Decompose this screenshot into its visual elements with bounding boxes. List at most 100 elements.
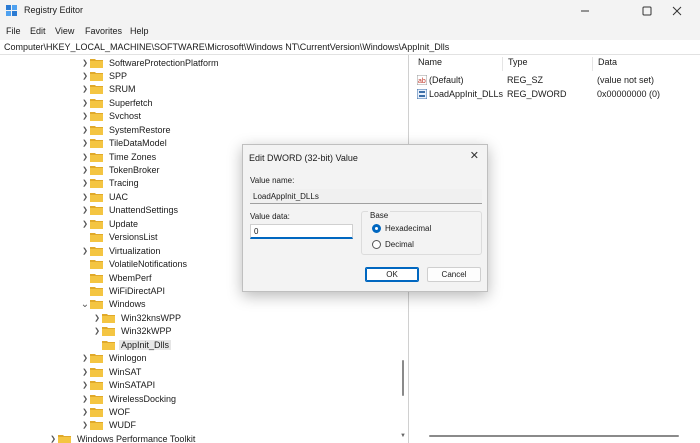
chevron-right-icon[interactable]: ❯ — [80, 380, 90, 390]
folder-icon — [90, 233, 103, 243]
folder-icon — [90, 112, 103, 122]
radio-unselected-icon — [372, 240, 381, 249]
minimize-button[interactable] — [562, 0, 608, 22]
chevron-right-icon[interactable]: ❯ — [80, 246, 90, 256]
tree-item[interactable]: ❯ Win32kWPP — [92, 325, 174, 338]
column-header-name[interactable]: Name — [413, 57, 503, 71]
cancel-button[interactable]: Cancel — [427, 267, 481, 282]
tree-item[interactable]: ⌄ Windows — [80, 298, 148, 311]
decimal-radio[interactable]: Decimal — [372, 240, 414, 249]
svg-text:ab: ab — [418, 78, 426, 85]
chevron-right-icon[interactable]: ❯ — [80, 71, 90, 81]
tree-item[interactable]: ❯ TileDataModel — [80, 137, 169, 150]
chevron-right-icon[interactable]: ❯ — [92, 326, 102, 336]
chevron-down-icon[interactable]: ⌄ — [80, 299, 90, 310]
value-data-input[interactable]: 0 — [250, 224, 353, 239]
list-item[interactable]: LoadAppInit_DLLs REG_DWORD 0x00000000 (0… — [413, 88, 700, 101]
tree-item[interactable]: WiFiDirectAPI — [80, 284, 167, 297]
value-name-label: Value name: — [250, 176, 295, 185]
chevron-right-icon[interactable]: ❯ — [80, 367, 90, 377]
list-item[interactable]: ab (Default) REG_SZ (value not set) — [413, 74, 700, 87]
chevron-right-icon[interactable]: ❯ — [80, 178, 90, 188]
tree-item[interactable]: ❯ WOF — [80, 405, 132, 418]
tree-item[interactable]: ❯ Svchost — [80, 110, 143, 123]
chevron-right-icon[interactable]: ❯ — [80, 219, 90, 229]
column-header-type[interactable]: Type — [503, 57, 593, 71]
tree-item[interactable]: ❯ Update — [80, 217, 140, 230]
folder-icon — [102, 327, 115, 337]
chevron-right-icon[interactable]: ❯ — [80, 111, 90, 121]
decimal-label: Decimal — [385, 240, 414, 249]
tree-item[interactable]: ❯ Win32knsWPP — [92, 311, 183, 324]
tree-item[interactable]: ❯ SoftwareProtectionPlatform — [80, 56, 221, 69]
tree-item[interactable]: ❯ SRUM — [80, 83, 138, 96]
hexadecimal-radio[interactable]: Hexadecimal — [372, 224, 431, 233]
tree-item[interactable]: ❯ WinSAT — [80, 365, 143, 378]
chevron-right-icon[interactable]: ❯ — [80, 192, 90, 202]
folder-icon — [90, 394, 103, 404]
dword-value-icon — [417, 89, 427, 99]
menu-view[interactable]: View — [55, 26, 74, 36]
folder-open-icon — [102, 340, 115, 350]
tree-item[interactable]: ❯ Time Zones — [80, 150, 158, 163]
tree-item-label: WinSATAPI — [109, 380, 156, 391]
list-horizontal-scrollbar[interactable] — [413, 430, 700, 443]
close-button[interactable] — [654, 0, 700, 22]
ok-button[interactable]: OK — [365, 267, 419, 282]
base-label: Base — [368, 211, 391, 220]
tree-item[interactable]: WbemPerf — [80, 271, 154, 284]
tree-item[interactable]: ❯ Superfetch — [80, 96, 155, 109]
menu-favorites[interactable]: Favorites — [85, 26, 122, 36]
dialog-title: Edit DWORD (32-bit) Value — [249, 153, 358, 163]
chevron-right-icon[interactable]: ❯ — [80, 394, 90, 404]
tree-item[interactable]: ❯ WinSATAPI — [80, 379, 157, 392]
tree-item[interactable]: ❯ TokenBroker — [80, 164, 162, 177]
folder-icon — [90, 85, 103, 95]
dialog-close-icon[interactable]: ✕ — [470, 149, 479, 162]
address-bar[interactable]: Computer\HKEY_LOCAL_MACHINE\SOFTWARE\Mic… — [0, 40, 700, 55]
tree-item[interactable]: VersionsList — [80, 231, 160, 244]
chevron-right-icon[interactable]: ❯ — [92, 313, 102, 323]
column-header-data[interactable]: Data — [593, 57, 700, 71]
list-scrollbar-thumb[interactable] — [429, 435, 679, 437]
chevron-right-icon[interactable]: ❯ — [80, 125, 90, 135]
tree-item[interactable]: VolatileNotifications — [80, 258, 189, 271]
tree-item[interactable]: ❯ Tracing — [80, 177, 141, 190]
tree-item-label: Windows — [109, 299, 146, 310]
chevron-right-icon[interactable]: ❯ — [80, 138, 90, 148]
tree-item[interactable]: ❯ Virtualization — [80, 244, 162, 257]
address-path[interactable]: Computer\HKEY_LOCAL_MACHINE\SOFTWARE\Mic… — [4, 42, 449, 52]
tree-item[interactable]: ❯ SystemRestore — [80, 123, 173, 136]
chevron-right-icon[interactable]: ❯ — [80, 165, 90, 175]
tree-item-label: Win32kWPP — [121, 326, 172, 337]
tree-item[interactable]: ❯ WirelessDocking — [80, 392, 178, 405]
close-icon — [672, 6, 682, 16]
folder-icon — [90, 139, 103, 149]
tree-item[interactable]: ❯ SPP — [80, 69, 129, 82]
chevron-right-icon[interactable]: ❯ — [80, 420, 90, 430]
tree-item[interactable]: AppInit_Dlls — [92, 338, 172, 351]
chevron-right-icon[interactable]: ❯ — [80, 353, 90, 363]
chevron-right-icon[interactable]: ❯ — [80, 407, 90, 417]
folder-icon — [90, 206, 103, 216]
tree-item-label: Windows Performance Toolkit — [77, 433, 196, 443]
menu-file[interactable]: File — [6, 26, 21, 36]
chevron-right-icon[interactable]: ❯ — [48, 434, 58, 443]
tree-item-label: SystemRestore — [109, 124, 171, 135]
menu-help[interactable]: Help — [130, 26, 149, 36]
chevron-right-icon[interactable]: ❯ — [80, 152, 90, 162]
tree-item[interactable]: ❯ UAC — [80, 190, 130, 203]
scroll-down-arrow-icon[interactable]: ▼ — [399, 433, 407, 441]
folder-icon — [102, 313, 115, 323]
chevron-right-icon[interactable]: ❯ — [80, 58, 90, 68]
tree-item[interactable]: ❯ Winlogon — [80, 352, 149, 365]
chevron-right-icon[interactable]: ❯ — [80, 98, 90, 108]
chevron-right-icon[interactable]: ❯ — [80, 84, 90, 94]
tree-scrollbar-thumb[interactable] — [402, 360, 404, 396]
tree-item[interactable]: ❯ Windows Performance Toolkit — [48, 432, 197, 443]
tree-item[interactable]: ❯ UnattendSettings — [80, 204, 180, 217]
tree-item[interactable]: ❯ WUDF — [80, 419, 138, 432]
menu-edit[interactable]: Edit — [30, 26, 46, 36]
chevron-right-icon[interactable]: ❯ — [80, 205, 90, 215]
tree-item-label: Win32knsWPP — [121, 312, 182, 323]
